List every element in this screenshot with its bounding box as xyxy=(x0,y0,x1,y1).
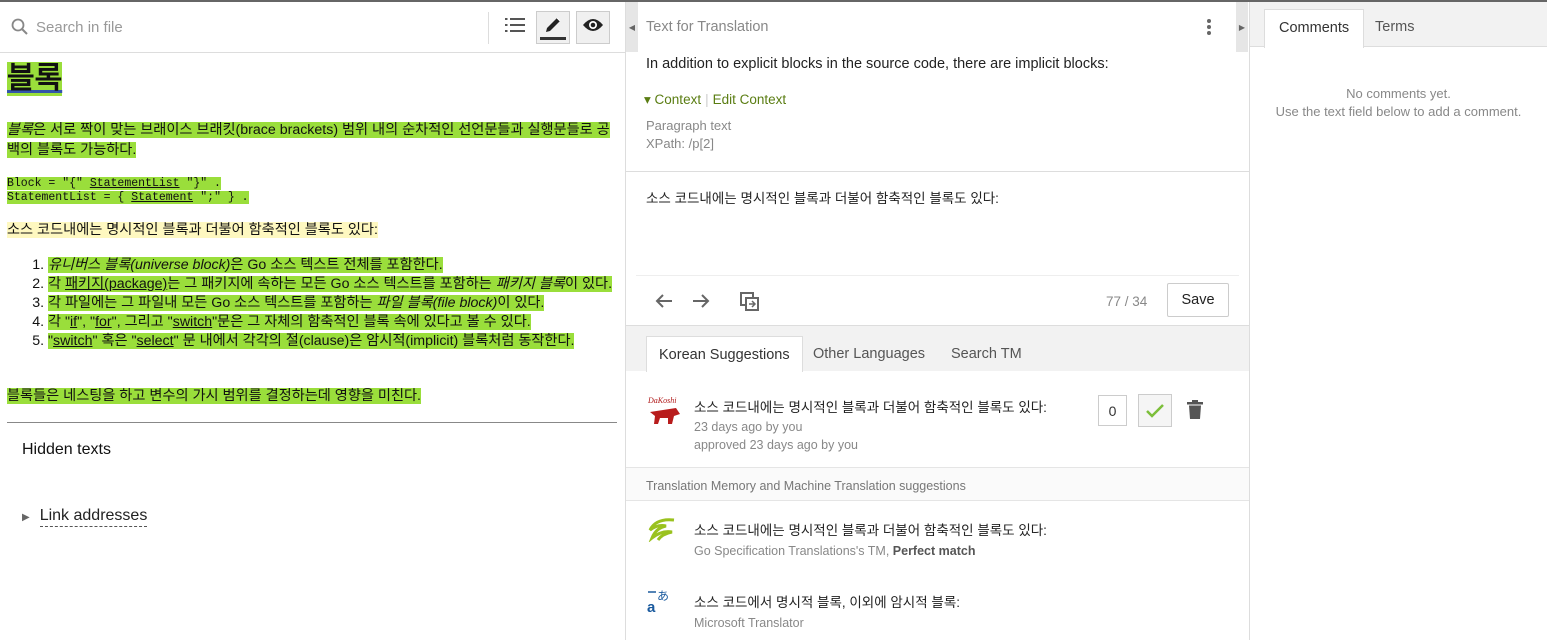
segment-type: Paragraph text xyxy=(646,118,732,133)
suggestion-approved: approved 23 days ago by you xyxy=(694,438,859,452)
document-pane: 블록 블록은 서로 짝이 맞는 브래이스 브래킷(brace brackets)… xyxy=(0,2,626,640)
tm-suggestion-source: Microsoft Translator xyxy=(694,616,804,630)
list-item[interactable]: 각 패키지(package)는 그 패키지에 속하는 모든 Go 소스 텍스트를… xyxy=(48,275,614,294)
hidden-texts-divider xyxy=(7,422,617,423)
arrow-right-icon xyxy=(693,294,710,308)
source-target-divider xyxy=(626,171,1249,172)
editor-divider xyxy=(636,275,1239,276)
suggestion-time: 23 days ago by you xyxy=(694,420,803,434)
tm-suggestion-text: 소스 코드에서 명시적 블록, 이외에 암시적 블록: xyxy=(694,595,960,610)
suggestion-meta: 23 days ago by you approved 23 days ago … xyxy=(694,418,858,454)
expand-triangle-icon: ▶ xyxy=(22,511,30,523)
segment-meta: Paragraph text XPath: /p[2] xyxy=(646,117,731,153)
paragraph-blocks-definition[interactable]: 블록은 서로 짝이 맞는 브래이스 브래킷(brace brackets) 범위… xyxy=(7,120,617,160)
implicit-blocks-list: 유니버스 블록(universe block)은 Go 소스 텍스트 전체를 포… xyxy=(24,256,614,351)
text-for-translation-header: Text for Translation xyxy=(646,19,769,35)
paragraph-current-segment[interactable]: 소스 코드내에는 명시적인 블록과 더불어 함축적인 블록도 있다: xyxy=(7,220,617,240)
segment-xpath: XPath: /p[2] xyxy=(646,136,714,151)
editor-toolbar: 77 / 34 Save xyxy=(626,277,1249,327)
vote-count: 0 xyxy=(1098,395,1127,426)
code-link-statementlist[interactable]: StatementList xyxy=(90,177,180,190)
next-string-button[interactable] xyxy=(691,291,711,316)
approve-button[interactable] xyxy=(1138,394,1172,427)
code-link-statement[interactable]: Statement xyxy=(131,191,193,204)
copy-source-icon xyxy=(740,292,759,311)
tm-suggestion-source: Go Specification Translations's TM, Perf… xyxy=(694,544,976,558)
tm-suggestion-text: 소스 코드내에는 명시적인 블록과 더불어 함축적인 블록도 있다: xyxy=(694,523,1047,538)
document-content: 블록 블록은 서로 짝이 맞는 브래이스 브래킷(brace brackets)… xyxy=(0,54,625,640)
list-item[interactable]: 유니버스 블록(universe block)은 Go 소스 텍스트 전체를 포… xyxy=(48,256,614,275)
comments-hint: Use the text field below to add a commen… xyxy=(1275,104,1522,119)
toolbar-divider xyxy=(488,12,489,44)
link-addresses-label: Link addresses xyxy=(39,507,148,527)
character-counter: 77 / 34 xyxy=(1106,294,1148,309)
doc-link[interactable]: 패키지(package) xyxy=(65,276,167,292)
avatar-label: DaKoshi xyxy=(647,396,676,405)
context-toggle[interactable]: ▾ Context xyxy=(644,92,701,107)
translation-textarea[interactable]: 소스 코드내에는 명시적인 블록과 더불어 함축적인 블록도 있다: xyxy=(646,187,999,207)
tab-comments[interactable]: Comments xyxy=(1264,9,1365,48)
comments-pane: Comments Terms No comments yet. Use the … xyxy=(1250,2,1547,640)
tm-icon xyxy=(646,516,676,547)
link-addresses-toggle[interactable]: ▶ Link addresses xyxy=(22,507,148,527)
arrow-left-icon xyxy=(655,294,672,308)
paragraph-nesting[interactable]: 블록들은 네스팅을 하고 변수의 가시 범위를 결정하는데 영향을 미친다. xyxy=(7,386,617,406)
doc-link[interactable]: switch xyxy=(173,314,212,330)
tab-other-languages[interactable]: Other Languages xyxy=(801,336,937,372)
active-underline xyxy=(540,37,566,40)
code-block[interactable]: Block = "{" StatementList "}" . Statemen… xyxy=(7,177,249,205)
no-comments-message: No comments yet. Use the text field belo… xyxy=(1250,85,1547,121)
microsoft-translator-icon: aあ xyxy=(646,588,672,619)
tab-terms[interactable]: Terms xyxy=(1361,9,1428,48)
list-item[interactable]: 각 "if", "for", 그리고 "switch"문은 그 자체의 함축적인… xyxy=(48,313,614,332)
tm-suggestion-1[interactable]: 소스 코드내에는 명시적인 블록과 더불어 함축적인 블록도 있다: Go Sp… xyxy=(626,502,1249,570)
doc-link[interactable]: switch xyxy=(53,333,92,349)
list-item[interactable]: "switch" 혹은 "select" 문 내에서 각각의 절(clause)… xyxy=(48,332,614,351)
doc-link[interactable]: for xyxy=(95,314,112,330)
hidden-texts-heading: Hidden texts xyxy=(22,441,111,458)
tab-korean-suggestions[interactable]: Korean Suggestions xyxy=(646,336,803,372)
edit-mode-button[interactable] xyxy=(536,11,570,44)
context-links: ▾ Context | Edit Context xyxy=(644,92,787,107)
no-comments-text: No comments yet. xyxy=(1346,86,1451,101)
suggestion-tabs: Korean Suggestions Other Languages Searc… xyxy=(626,325,1249,372)
list-icon xyxy=(505,17,525,38)
preview-mode-button[interactable] xyxy=(576,11,610,44)
previous-string-button[interactable] xyxy=(654,291,674,316)
search-in-file-input[interactable] xyxy=(36,14,436,40)
avatar: DaKoshi xyxy=(646,392,684,435)
arrow-left-icon: ◀ xyxy=(628,22,636,32)
tm-suggestion-2[interactable]: aあ 소스 코드에서 명시적 블록, 이외에 암시적 블록: Microsoft… xyxy=(626,574,1249,640)
document-heading[interactable]: 블록 xyxy=(7,62,63,96)
comments-tabs: Comments Terms xyxy=(1250,2,1547,48)
delete-suggestion-button[interactable] xyxy=(1187,400,1203,424)
arrow-right-icon: ▶ xyxy=(1238,22,1246,32)
copy-source-button[interactable] xyxy=(739,291,761,318)
collapse-left-handle[interactable]: ◀ xyxy=(626,2,638,52)
tab-search-tm[interactable]: Search TM xyxy=(939,336,1034,372)
collapse-right-handle[interactable]: ▶ xyxy=(1236,2,1248,52)
save-button[interactable]: Save xyxy=(1167,283,1229,317)
edit-context-link[interactable]: Edit Context xyxy=(713,92,787,107)
match-quality: Perfect match xyxy=(892,544,976,558)
caret-down-icon: ▾ xyxy=(644,92,651,107)
list-view-button[interactable] xyxy=(498,11,532,44)
search-icon xyxy=(11,18,29,41)
translation-pane: ◀ ▶ Text for Translation In addition to … xyxy=(626,2,1250,640)
list-item[interactable]: 각 파일에는 그 파일내 모든 Go 소스 텍스트를 포함하는 파일 블록(fi… xyxy=(48,294,614,313)
tm-section-header: Translation Memory and Machine Translati… xyxy=(626,467,1249,501)
svg-text:a: a xyxy=(647,599,656,614)
eye-icon xyxy=(582,17,604,38)
source-text: In addition to explicit blocks in the so… xyxy=(646,56,1109,72)
suggestion-text[interactable]: 소스 코드내에는 명시적인 블록과 더불어 함축적인 블록도 있다: xyxy=(694,396,1047,416)
check-icon xyxy=(1146,403,1164,418)
trash-icon xyxy=(1187,400,1203,419)
svg-text:あ: あ xyxy=(657,589,669,603)
doc-link[interactable]: select xyxy=(137,333,174,349)
more-options-icon[interactable] xyxy=(1206,18,1212,41)
suggestion-item: DaKoshi 소스 코드내에는 명시적인 블록과 더불어 함축적인 블록도 있… xyxy=(626,372,1249,466)
document-toolbar xyxy=(0,2,625,53)
